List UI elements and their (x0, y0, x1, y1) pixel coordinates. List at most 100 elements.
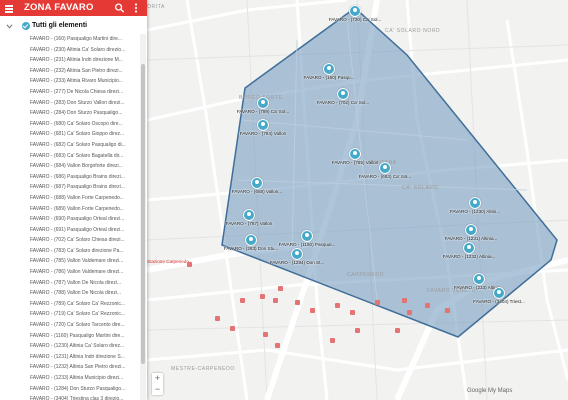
list-item[interactable]: FAVARO - (1231) Altinia Indri direzione … (0, 352, 140, 363)
map-title: ZONA FAVARO (24, 2, 94, 13)
map-marker-label: FAVARO - (789) Ca' Sol... (236, 109, 290, 114)
layer-checkbox[interactable] (22, 22, 30, 30)
poi-marker[interactable] (186, 261, 192, 267)
list-item[interactable]: FAVARO - (284) Don Sturzo Pasqualigo... (0, 108, 140, 119)
poi-marker[interactable] (262, 331, 268, 337)
poi-marker[interactable] (424, 302, 430, 308)
list-item[interactable]: FAVARO - (160) Pasqualigo Martini dire..… (0, 34, 140, 45)
list-item[interactable]: FAVARO - (689) Vallon Forte Carpenedo... (0, 204, 140, 215)
list-item[interactable]: FAVARO - (283) Don Sturzo Vallon direzi.… (0, 98, 140, 109)
poi-marker[interactable] (259, 293, 265, 299)
list-item[interactable]: FAVARO - (230) Altinia Ca' Solaro direzi… (0, 45, 140, 56)
poi-marker[interactable] (394, 327, 400, 333)
map-marker-label: FAVARO - (1232) Altinia... (442, 254, 496, 259)
list-item[interactable]: FAVARO - (789) Ca' Solaro Ca' Rezzonic..… (0, 299, 140, 310)
map-marker[interactable] (463, 242, 475, 254)
list-item[interactable]: FAVARO - (1160) Pasqualigo Martini dire.… (0, 331, 140, 342)
list-item[interactable]: FAVARO - (720) Ca' Solaro Tarcento dire.… (0, 320, 140, 331)
map-marker[interactable] (323, 63, 335, 75)
map-marker[interactable] (349, 148, 361, 160)
list-item[interactable]: FAVARO - (233) Altinia Rivaro Municipio.… (0, 76, 140, 87)
list-item[interactable]: FAVARO - (682) Ca' Solaro Pasqualigo di.… (0, 140, 140, 151)
poi-marker[interactable] (374, 299, 380, 305)
list-item[interactable]: FAVARO - (783) Ca' Solaro direzione Pa..… (0, 246, 140, 257)
list-item[interactable]: FAVARO - (687) Pasqualigo Brains direzi.… (0, 182, 140, 193)
list-item[interactable]: FAVARO - (787) Vallon De Nicola direzi..… (0, 278, 140, 289)
poi-marker[interactable] (349, 309, 355, 315)
list-item[interactable]: FAVARO - (788) Vallon De Nicola direzi..… (0, 288, 140, 299)
poi-marker[interactable] (309, 307, 315, 313)
list-item[interactable]: FAVARO - (232) Altinia San Pietro direzi… (0, 66, 140, 77)
poi-marker[interactable] (329, 337, 335, 343)
poi-marker[interactable] (406, 309, 412, 315)
search-icon[interactable] (114, 2, 125, 14)
map-marker-label: FAVARO - (688) Vallon... (231, 189, 283, 194)
map-marker[interactable] (337, 88, 349, 100)
map-marker-label: FAVARO - (3404) Triest... (473, 299, 525, 304)
list-item[interactable]: FAVARO - (681) Ca' Solaro Gioppo direz..… (0, 129, 140, 140)
poi-marker[interactable] (272, 297, 278, 303)
list-item[interactable]: FAVARO - (3404) Triestina clas 3 direzio… (0, 394, 140, 400)
map-marker[interactable] (257, 97, 269, 109)
list-item[interactable]: FAVARO - (231) Altinia Indri direzione M… (0, 55, 140, 66)
map-base (147, 0, 568, 400)
map-marker[interactable] (469, 197, 481, 209)
layer-header: Tutti gli elementi (0, 20, 147, 34)
list-item[interactable]: FAVARO - (691) Pasqualigo Orteal direzi.… (0, 225, 140, 236)
map-marker[interactable] (243, 209, 255, 221)
app-header: ZONA FAVARO (0, 0, 147, 16)
list-item[interactable]: FAVARO - (690) Pasqualigo Orteal direzi.… (0, 214, 140, 225)
poi-marker[interactable] (334, 302, 340, 308)
poi-marker[interactable] (229, 325, 235, 331)
map-marker[interactable] (257, 119, 269, 131)
poi-marker[interactable] (294, 299, 300, 305)
chevron-down-icon[interactable] (6, 23, 13, 30)
map-marker[interactable] (473, 273, 485, 285)
map-marker-label: FAVARO - (785) Vallon (331, 160, 379, 165)
list-item[interactable]: FAVARO - (686) Pasqualigo Brains direzi.… (0, 172, 140, 183)
map-canvas[interactable]: BORGO FORTE CA' SOLARO NORD FONTANA CA' … (147, 0, 568, 400)
menu-icon[interactable] (3, 2, 15, 14)
list-item[interactable]: FAVARO - (1284) Don Sturzo Pasqualigo... (0, 384, 140, 395)
element-list: FAVARO - (160) Pasqualigo Martini dire..… (0, 34, 140, 400)
list-item[interactable]: FAVARO - (1233) Altinia Municipio direzi… (0, 373, 140, 384)
map-marker[interactable] (465, 224, 477, 236)
map-marker[interactable] (493, 287, 505, 299)
poi-marker[interactable] (354, 327, 360, 333)
zoom-out-button[interactable]: − (152, 384, 163, 395)
map-marker[interactable] (349, 5, 361, 17)
poi-marker[interactable] (239, 297, 245, 303)
poi-marker[interactable] (214, 315, 220, 321)
zoom-in-button[interactable]: + (152, 373, 163, 384)
poi-marker[interactable] (277, 285, 283, 291)
street-label: CA' SOLARO (402, 185, 439, 191)
list-item[interactable]: FAVARO - (683) Ca' Solaro Bagatella dir.… (0, 151, 140, 162)
poi-marker[interactable] (444, 307, 450, 313)
poi-marker[interactable] (401, 297, 407, 303)
map-marker[interactable] (245, 234, 257, 246)
list-item[interactable]: FAVARO - (684) Vallon Borgoforte direzi.… (0, 161, 140, 172)
map-marker[interactable] (379, 162, 391, 174)
layer-label: Tutti gli elementi (32, 22, 88, 29)
list-item[interactable]: FAVARO - (786) Vallon Valdemare direzi..… (0, 267, 140, 278)
list-item[interactable]: FAVARO - (1232) Altinia San Pietro direz… (0, 362, 140, 373)
map-marker-label: FAVARO - (784) Vallon (239, 131, 287, 136)
more-vert-icon[interactable] (132, 2, 140, 14)
list-item[interactable]: FAVARO - (680) Ca' Solaro Oscopo dire... (0, 119, 140, 130)
scrollbar-thumb[interactable] (141, 64, 145, 364)
map-marker-label: FAVARO - (1231) Altinia... (444, 236, 498, 241)
poi-marker[interactable] (274, 342, 280, 348)
map-marker[interactable] (301, 230, 313, 242)
list-item[interactable]: FAVARO - (785) Vallon Valdemare direzi..… (0, 256, 140, 267)
list-item[interactable]: FAVARO - (688) Vallon Forte Carpenedo... (0, 193, 140, 204)
list-scrollbar[interactable] (140, 34, 146, 400)
attribution-text: Google My Maps (467, 388, 513, 394)
list-item[interactable]: FAVARO - (277) De Nicola Chiesa direzi..… (0, 87, 140, 98)
list-item[interactable]: FAVARO - (702) Ca' Solaro Chiesa direzi.… (0, 235, 140, 246)
map-marker[interactable] (251, 177, 263, 189)
street-label: MESTRE-CARPENEDO (171, 366, 235, 372)
map-marker-label: FAVARO - (720) Ca' Sol... (328, 17, 382, 22)
list-item[interactable]: FAVARO - (719) Ca' Solaro Ca' Rezzonic..… (0, 309, 140, 320)
map-marker[interactable] (291, 248, 303, 260)
list-item[interactable]: FAVARO - (1230) Altinia Ca' Solaro direz… (0, 341, 140, 352)
